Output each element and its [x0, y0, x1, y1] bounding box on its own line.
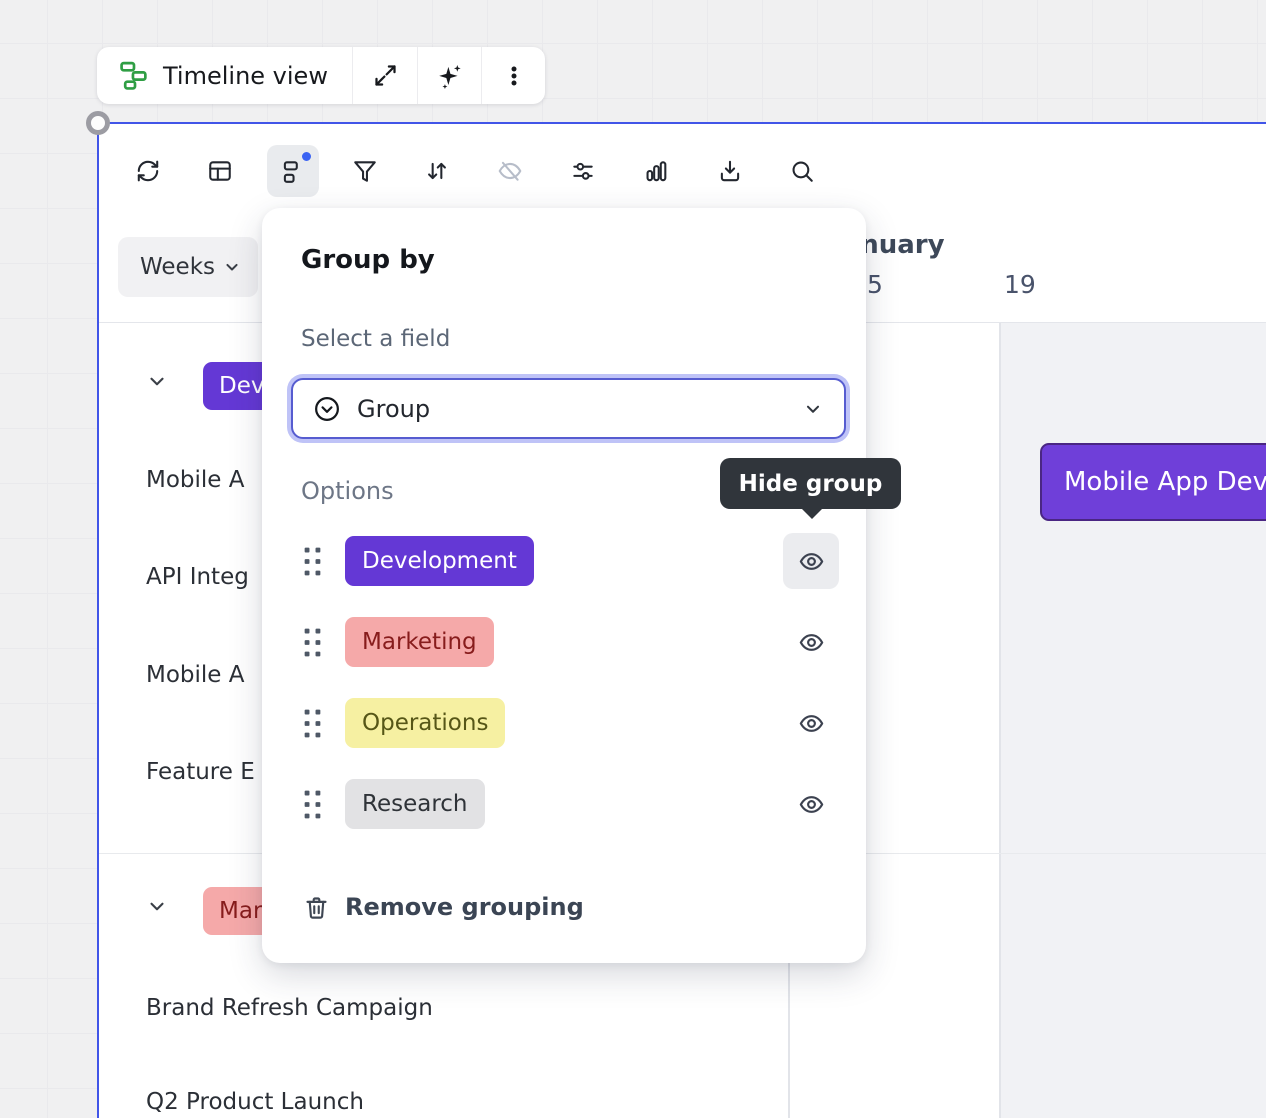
collapse-group-button[interactable] — [146, 370, 168, 392]
sliders-icon — [570, 158, 596, 184]
layout-table-icon — [207, 158, 233, 184]
option-chip[interactable]: Development — [345, 536, 534, 586]
sparkle-icon — [436, 62, 464, 90]
task-row-label[interactable]: Mobile A — [146, 467, 245, 493]
option-chip[interactable]: Operations — [345, 698, 505, 748]
widget-title-button[interactable]: Timeline view — [97, 47, 352, 104]
ai-assist-button[interactable] — [417, 47, 481, 104]
timeline-bar[interactable]: Mobile App Dev — [1040, 443, 1266, 521]
resize-handle[interactable] — [86, 111, 110, 135]
task-row-label[interactable]: Q2 Product Launch — [146, 1089, 364, 1115]
tooltip: Hide group — [720, 458, 901, 509]
chevron-down-icon — [222, 257, 242, 277]
bar-chart-icon — [643, 158, 669, 184]
widget-toolbar: Timeline view — [97, 47, 545, 104]
scale-selector[interactable]: Weeks — [118, 237, 258, 297]
search-icon — [789, 158, 815, 184]
hide-group-button[interactable] — [783, 614, 839, 670]
option-row: Development — [262, 521, 866, 601]
week-number: 19 — [1004, 270, 1036, 299]
drag-handle-icon[interactable] — [303, 790, 322, 819]
scale-label: Weeks — [140, 254, 215, 280]
refresh-button[interactable] — [122, 145, 174, 197]
option-chip[interactable]: Marketing — [345, 617, 494, 667]
task-row-label[interactable]: Mobile A — [146, 662, 245, 688]
option-row: Operations — [262, 683, 866, 763]
panel-title: Group by — [301, 245, 435, 275]
sort-button[interactable] — [411, 145, 463, 197]
group-by-button[interactable] — [267, 145, 319, 197]
week-gridline — [999, 323, 1001, 1118]
task-row-label[interactable]: Brand Refresh Campaign — [146, 995, 433, 1021]
option-chip[interactable]: Research — [345, 779, 485, 829]
trash-icon — [303, 894, 330, 921]
refresh-icon — [135, 158, 161, 184]
remove-grouping-button[interactable]: Remove grouping — [303, 893, 584, 921]
search-button[interactable] — [776, 145, 828, 197]
hide-group-button[interactable] — [783, 533, 839, 589]
whiteboard-canvas[interactable]: { "widget_toolbar": { "title": "Timeline… — [0, 0, 1266, 1118]
more-options-button[interactable] — [481, 47, 545, 104]
selection-border-top — [97, 122, 1266, 124]
hide-fields-button[interactable] — [484, 145, 536, 197]
settings-button[interactable] — [557, 145, 609, 197]
options-label: Options — [301, 477, 394, 505]
chart-button[interactable] — [630, 145, 682, 197]
collapse-group-button[interactable] — [146, 895, 168, 917]
option-row: Research — [262, 764, 866, 844]
field-select[interactable]: Group — [291, 378, 846, 439]
drag-handle-icon[interactable] — [303, 547, 322, 576]
option-row: Marketing — [262, 602, 866, 682]
week-number: 5 — [867, 270, 883, 299]
remove-grouping-label: Remove grouping — [345, 893, 584, 921]
task-row-label[interactable]: API Integ — [146, 564, 249, 590]
layout-button[interactable] — [194, 145, 246, 197]
task-row-label[interactable]: Feature E — [146, 759, 255, 785]
filter-button[interactable] — [339, 145, 391, 197]
hide-group-button[interactable] — [783, 776, 839, 832]
filter-icon — [352, 158, 378, 184]
field-section-label: Select a field — [301, 326, 450, 352]
hide-group-button[interactable] — [783, 695, 839, 751]
field-select-value: Group — [357, 395, 802, 423]
tooltip-caret — [801, 508, 823, 519]
eye-off-icon — [497, 158, 523, 184]
kebab-menu-icon — [501, 63, 527, 89]
widget-title: Timeline view — [163, 62, 328, 90]
timeline-logo-icon — [119, 60, 150, 91]
download-icon — [717, 158, 743, 184]
selection-border-left — [97, 122, 99, 1118]
export-button[interactable] — [704, 145, 756, 197]
sort-icon — [424, 158, 450, 184]
expand-icon — [372, 62, 399, 89]
circle-chevron-icon — [313, 395, 341, 423]
expand-button[interactable] — [352, 47, 417, 104]
drag-handle-icon[interactable] — [303, 709, 322, 738]
drag-handle-icon[interactable] — [303, 628, 322, 657]
chevron-down-icon — [802, 398, 824, 420]
group-by-panel: Group by Select a field Group Options De… — [262, 208, 866, 963]
active-badge — [300, 150, 313, 163]
